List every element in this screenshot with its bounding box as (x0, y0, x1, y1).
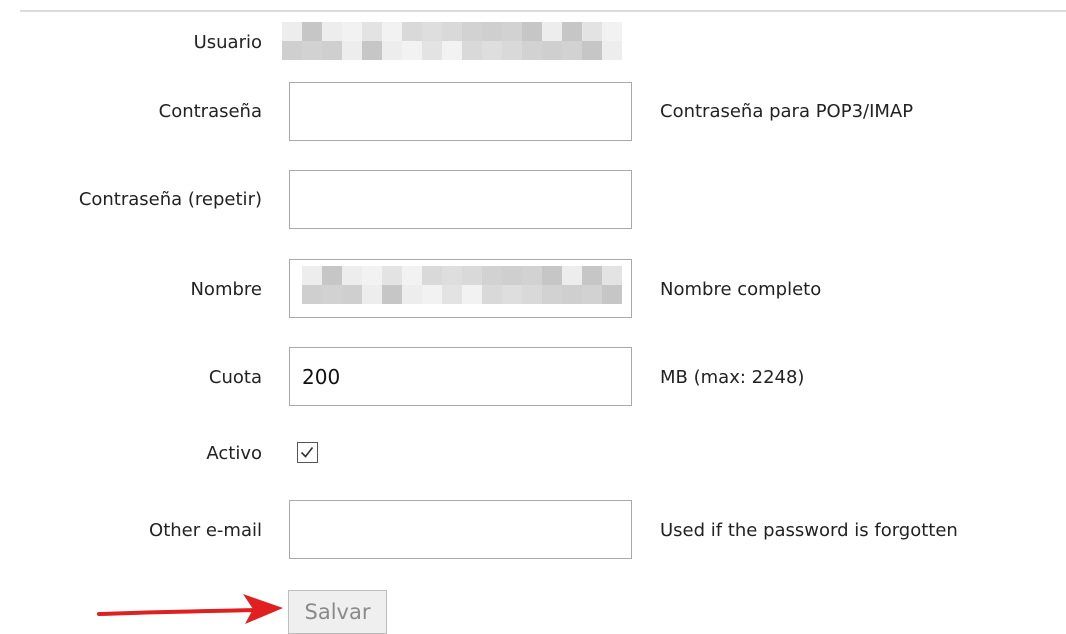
redaction-pixel (602, 285, 622, 304)
quota-hint: MB (max: 2248) (660, 367, 805, 388)
redaction-pixel (502, 266, 522, 285)
redaction-pixel (442, 41, 462, 60)
redaction-pixel (422, 22, 442, 41)
redaction-pixel (482, 266, 502, 285)
other-email-field[interactable] (289, 500, 632, 559)
redaction-pixel (362, 41, 382, 60)
password-hint: Contraseña para POP3/IMAP (660, 101, 914, 122)
redaction-pixel (382, 22, 402, 41)
redaction-pixel (422, 41, 442, 60)
user-label: Usuario (193, 32, 262, 53)
redaction-pixel (582, 22, 602, 41)
quota-label: Cuota (208, 367, 262, 388)
redaction-pixel (442, 22, 462, 41)
redaction-pixel (422, 285, 442, 304)
redaction-pixel (462, 41, 482, 60)
redaction-pixel (582, 266, 602, 285)
redaction-pixel (402, 266, 422, 285)
redaction-pixel (502, 285, 522, 304)
redaction-pixel (482, 285, 502, 304)
check-icon (300, 447, 314, 458)
top-divider (20, 10, 1066, 12)
redaction-pixel (542, 41, 562, 60)
redaction-pixel (562, 41, 582, 60)
password-field[interactable] (289, 82, 632, 141)
redaction-pixel (482, 41, 502, 60)
redaction-pixel (582, 285, 602, 304)
redaction-pixel (422, 266, 442, 285)
redaction-pixel (362, 266, 382, 285)
active-checkbox[interactable] (297, 442, 318, 463)
redaction-pixel (602, 22, 622, 41)
redaction-pixel (322, 41, 342, 60)
redaction-pixel (502, 22, 522, 41)
redaction-pixel (562, 285, 582, 304)
redaction-pixel (402, 285, 422, 304)
redaction-pixel (402, 41, 422, 60)
password-repeat-field[interactable] (289, 170, 632, 229)
redaction-pixel (462, 22, 482, 41)
name-hint: Nombre completo (660, 279, 822, 300)
user-value-redacted (282, 22, 622, 60)
redaction-pixel (562, 22, 582, 41)
quota-field[interactable] (289, 347, 632, 406)
redaction-pixel (402, 22, 422, 41)
redaction-pixel (482, 22, 502, 41)
redaction-pixel (542, 285, 562, 304)
red-arrow-annotation (97, 594, 283, 624)
redaction-pixel (362, 22, 382, 41)
redaction-pixel (322, 22, 342, 41)
redaction-pixel (302, 41, 322, 60)
redaction-pixel (522, 41, 542, 60)
redaction-pixel (342, 266, 362, 285)
redaction-pixel (382, 266, 402, 285)
password-label: Contraseña (158, 101, 262, 122)
redaction-pixel (602, 41, 622, 60)
redaction-pixel (302, 285, 322, 304)
redaction-pixel (442, 266, 462, 285)
redaction-pixel (342, 285, 362, 304)
name-field[interactable] (289, 259, 632, 318)
redaction-pixel (322, 266, 342, 285)
name-label: Nombre (190, 279, 262, 300)
redaction-pixel (282, 22, 302, 41)
redaction-pixel (542, 266, 562, 285)
redaction-pixel (522, 266, 542, 285)
name-value-redacted (302, 266, 622, 304)
redaction-pixel (302, 22, 322, 41)
redaction-pixel (282, 41, 302, 60)
active-label: Activo (206, 443, 262, 464)
password-repeat-label: Contraseña (repetir) (78, 189, 262, 210)
redaction-pixel (382, 41, 402, 60)
redaction-pixel (302, 266, 322, 285)
redaction-pixel (322, 285, 342, 304)
redaction-pixel (362, 285, 382, 304)
redaction-pixel (562, 266, 582, 285)
redaction-pixel (602, 266, 622, 285)
redaction-pixel (462, 266, 482, 285)
redaction-pixel (522, 285, 542, 304)
redaction-pixel (462, 285, 482, 304)
other-email-label: Other e-mail (149, 520, 262, 541)
redaction-pixel (382, 285, 402, 304)
redaction-pixel (342, 41, 362, 60)
save-button[interactable]: Salvar (288, 590, 387, 634)
redaction-pixel (442, 285, 462, 304)
other-email-hint: Used if the password is forgotten (660, 520, 958, 541)
redaction-pixel (542, 22, 562, 41)
redaction-pixel (582, 41, 602, 60)
redaction-pixel (522, 22, 542, 41)
redaction-pixel (342, 22, 362, 41)
redaction-pixel (502, 41, 522, 60)
